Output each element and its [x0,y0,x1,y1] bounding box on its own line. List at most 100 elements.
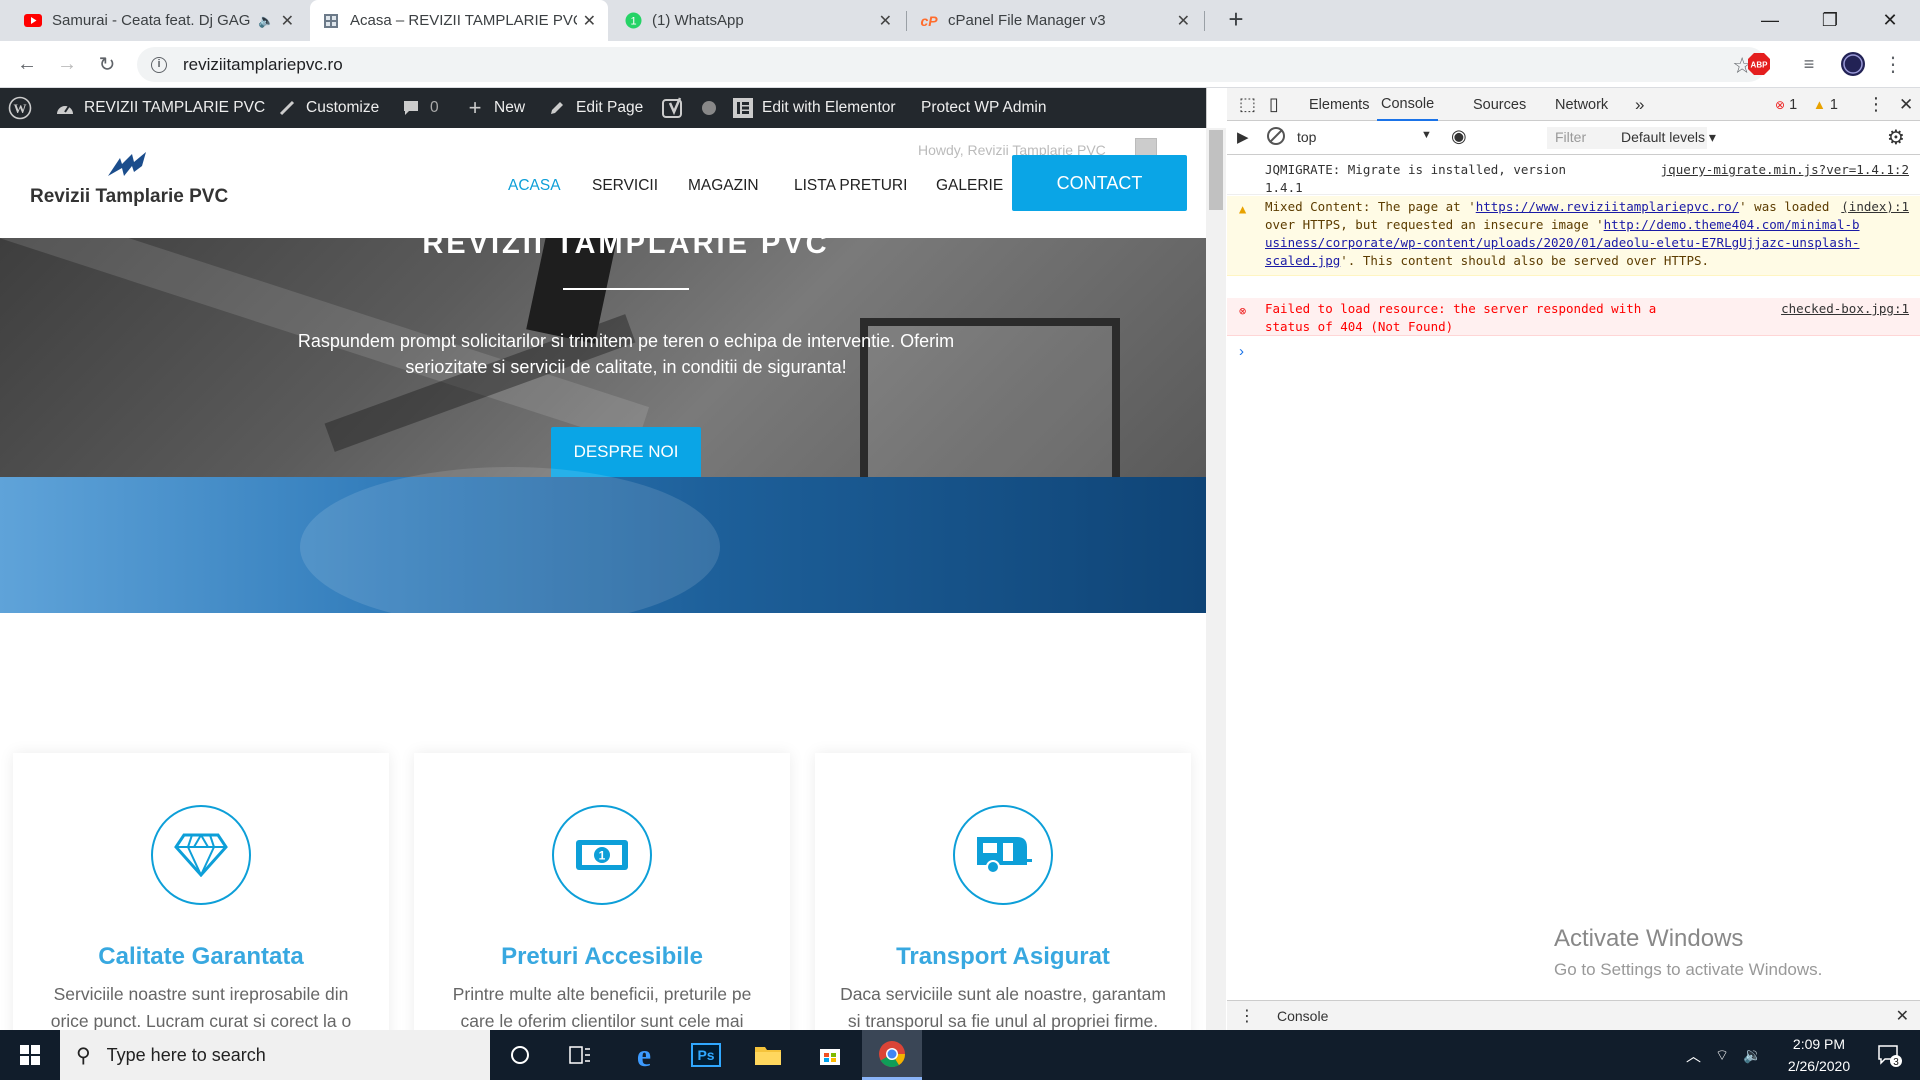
context-select[interactable]: top [1297,129,1316,145]
status-dot-icon [702,101,716,115]
tab-strip: Samurai - Ceata feat. Dj GAG 🔈 ✕ Acasa –… [0,0,1920,41]
tab-sources[interactable]: Sources [1473,88,1526,121]
more-tabs-icon[interactable]: » [1635,88,1644,121]
browser-menu-icon[interactable]: ⋮ [1880,51,1906,77]
new-tab-button[interactable]: + [1222,6,1250,34]
search-icon: ⚲ [76,1044,91,1067]
forward-button[interactable]: → [52,49,82,79]
close-tab-icon[interactable]: ✕ [879,11,892,31]
money-icon: 1 [552,805,652,905]
devtools-menu-icon[interactable]: ⋮ [1867,88,1885,121]
wp-admin-bar: W REVIZII TAMPLARIE PVC Customize 0 + Ne… [0,88,1206,128]
menu-servicii[interactable]: SERVICII [592,177,658,195]
error-counter[interactable]: ⊗ 1 [1775,88,1797,121]
taskbar-search[interactable]: ⚲ Type here to search [60,1030,490,1080]
maximize-button[interactable]: ❐ [1800,0,1860,41]
photoshop-icon[interactable]: Ps [686,1030,726,1080]
chevron-up-icon[interactable]: ︿ [1686,1045,1701,1066]
tab-title: cPanel File Manager v3 [948,12,1106,29]
log-source-link[interactable]: jquery-migrate.min.js?ver=1.4.1:2 [1661,161,1909,179]
wp-logo-icon[interactable]: W [8,88,32,128]
site-info-icon[interactable]: i [151,56,167,73]
brush-icon [276,97,298,119]
chevron-down-icon[interactable]: ▼ [1421,129,1432,141]
wp-new[interactable]: + New [464,88,525,128]
contact-button[interactable]: CONTACT [1012,155,1187,211]
despre-noi-button[interactable]: DESPRE NOI [551,427,701,477]
wp-edit-page[interactable]: Edit Page [546,88,643,128]
tab-elements[interactable]: Elements [1309,88,1369,121]
file-explorer-icon[interactable] [748,1030,788,1080]
wp-customize[interactable]: Customize [276,88,379,128]
menu-magazin[interactable]: MAGAZIN [688,177,759,195]
wp-site-name[interactable]: REVIZII TAMPLARIE PVC [54,88,265,128]
yoast-icon[interactable] [662,88,716,128]
warning-icon: ▲ [1239,202,1247,216]
close-devtools-icon[interactable]: ✕ [1899,88,1913,121]
trailer-icon [953,805,1053,905]
close-drawer-icon[interactable]: ✕ [1896,1006,1909,1026]
drawer-menu-icon[interactable]: ⋮ [1239,1006,1255,1026]
notification-count: 3 [1893,1057,1899,1068]
adblock-label: ABP [1751,61,1769,70]
volume-icon[interactable]: 🔉 [1743,1046,1762,1064]
notification-center-icon[interactable]: 3 [1868,1030,1910,1080]
windows-start-icon[interactable] [0,1030,60,1080]
tab-whatsapp[interactable]: 1 (1) WhatsApp ✕ [612,0,904,41]
menu-galerie[interactable]: GALERIE [936,177,1003,195]
cortana-icon[interactable] [500,1030,540,1080]
tab-cpanel[interactable]: cP cPanel File Manager v3 ✕ [908,0,1202,41]
blue-banner [0,467,1206,627]
wp-comments[interactable]: 0 [400,88,439,128]
tab-console[interactable]: Console [1377,88,1439,121]
inspect-element-icon[interactable]: ⬚ [1239,88,1256,121]
log-link[interactable]: https://www.reviziitamplariepvc.ro/ [1476,199,1739,214]
reload-button[interactable]: ↻ [92,49,122,79]
device-toolbar-icon[interactable]: ▯ [1269,88,1279,121]
diamond-icon [151,805,251,905]
log-source-link[interactable]: (index):1 [1841,198,1909,216]
console-drawer: ⋮ Console ✕ [1227,1000,1920,1030]
log-levels-select[interactable]: Default levels ▾ [1621,129,1716,146]
close-tab-icon[interactable]: ✕ [583,11,596,31]
site-logo-text[interactable]: Revizii Tamplarie PVC [30,186,228,208]
adblock-icon[interactable]: ABP [1746,51,1772,77]
tab-acasa[interactable]: Acasa – REVIZII TAMPLARIE PVC ✕ [310,0,608,41]
store-icon[interactable] [810,1030,850,1080]
close-window-button[interactable]: ✕ [1860,0,1920,41]
wifi-icon[interactable]: ⌔ [1715,1046,1729,1065]
close-tab-icon[interactable]: ✕ [1177,11,1190,31]
close-tab-icon[interactable]: ✕ [281,11,294,31]
tab-youtube[interactable]: Samurai - Ceata feat. Dj GAG 🔈 ✕ [12,0,306,41]
minimize-button[interactable]: — [1740,0,1800,41]
back-button[interactable]: ← [12,49,42,79]
task-view-icon[interactable] [560,1030,600,1080]
chrome-taskbar-icon[interactable] [862,1030,922,1080]
drawer-console-tab[interactable]: Console [1277,1008,1328,1024]
warning-counter[interactable]: ▲ 1 [1813,88,1838,121]
menu-acasa[interactable]: ACASA [508,177,561,195]
profile-avatar[interactable] [1840,51,1866,77]
card-title: Calitate Garantata [98,943,304,970]
wp-elementor[interactable]: Edit with Elementor [732,88,896,128]
speaker-icon[interactable]: 🔈 [258,13,274,29]
eye-icon[interactable]: ◉ [1451,126,1467,147]
hero-section: REVIZII TAMPLARIE PVC Raspundem prompt s… [0,238,1206,477]
logo-mark-icon[interactable] [104,150,164,180]
console-prompt[interactable]: › [1239,343,1244,360]
edge-icon[interactable]: e [624,1030,664,1080]
menu-lista-preturi[interactable]: LISTA PRETURI [794,177,907,195]
console-log-error: ⊗ Failed to load resource: the server re… [1227,298,1920,336]
log-source-link[interactable]: checked-box.jpg:1 [1781,300,1909,318]
website-scrollbar[interactable] [1206,128,1226,1030]
clock[interactable]: 2:09 PM 2/26/2020 [1778,1030,1860,1080]
clear-console-icon[interactable] [1267,127,1285,145]
gear-icon[interactable]: ⚙ [1887,125,1905,150]
tab-network[interactable]: Network [1555,88,1608,121]
media-control-icon[interactable]: ≡ [1796,51,1822,77]
wp-protect[interactable]: Protect WP Admin [921,88,1046,128]
sidebar-toggle-icon[interactable]: ▶ [1237,128,1249,146]
warning-icon: ▲ [1813,97,1826,112]
tab-separator [1204,11,1205,31]
address-bar[interactable]: i reviziitamplariepvc.ro ☆ [137,47,1766,82]
